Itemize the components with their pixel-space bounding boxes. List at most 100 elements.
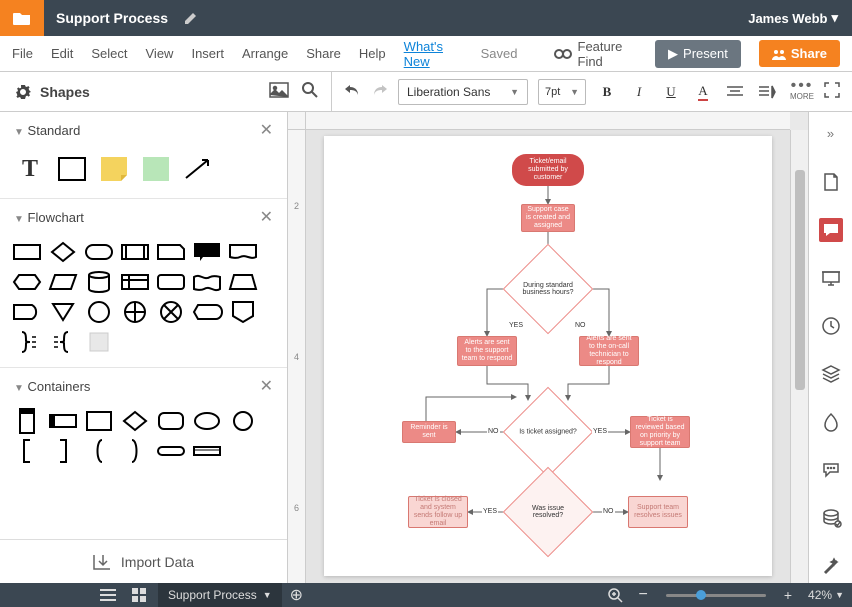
menu-view[interactable]: View <box>146 46 174 61</box>
fc-terminator[interactable] <box>84 241 114 263</box>
fc-rect[interactable] <box>12 241 42 263</box>
chat-icon[interactable] <box>819 458 843 482</box>
canvas[interactable]: 2 4 6 <box>288 112 808 583</box>
flow-decision-hours[interactable]: During standard business hours? <box>516 257 580 321</box>
zoom-slider[interactable] <box>666 594 766 597</box>
flow-process-alerts-team[interactable]: Alerts are sent to the support team to r… <box>457 336 517 366</box>
canvas-viewport[interactable]: Ticket/email submitted by customer Suppo… <box>306 130 790 583</box>
fc-brace-l[interactable] <box>48 331 78 353</box>
comment-icon[interactable] <box>819 218 843 242</box>
shapes-panel-toggle[interactable]: Shapes <box>0 83 269 101</box>
close-icon[interactable]: ✕ <box>260 207 273 227</box>
search-icon[interactable] <box>301 81 319 102</box>
redo-button[interactable] <box>370 83 388 100</box>
fc-predef[interactable] <box>120 241 150 263</box>
section-standard[interactable]: ▼ Standard ✕ <box>0 112 287 148</box>
fc-callout[interactable] <box>192 241 222 263</box>
menu-file[interactable]: File <box>12 46 33 61</box>
fc-tri[interactable] <box>48 301 78 323</box>
text-shape[interactable]: T <box>12 154 48 184</box>
text-color-button[interactable]: A <box>692 81 714 103</box>
fc-circle[interactable] <box>84 301 114 323</box>
fc-internal[interactable] <box>120 271 150 293</box>
presentation-icon[interactable] <box>819 266 843 290</box>
close-icon[interactable]: ✕ <box>260 120 273 140</box>
document-tab[interactable]: Support Process ▼ <box>158 583 282 607</box>
zoom-out-icon[interactable]: − <box>631 583 656 607</box>
menu-insert[interactable]: Insert <box>191 46 224 61</box>
section-flowchart[interactable]: ▼ Flowchart ✕ <box>0 198 287 235</box>
ct-paren-l[interactable] <box>84 440 114 462</box>
grid-view-icon[interactable] <box>124 583 154 607</box>
image-icon[interactable] <box>269 82 289 101</box>
import-data-button[interactable]: Import Data <box>0 539 287 583</box>
fc-trapezoid[interactable] <box>228 271 258 293</box>
fc-parallelogram[interactable] <box>48 271 78 293</box>
flow-process-close[interactable]: Ticket is closed and system sends follow… <box>408 496 468 528</box>
fc-tape[interactable] <box>192 271 222 293</box>
fc-diamond[interactable] <box>48 241 78 263</box>
ct-bracket-l[interactable] <box>12 440 42 462</box>
menu-arrange[interactable]: Arrange <box>242 46 288 61</box>
user-menu[interactable]: James Webb ▾ <box>734 0 852 36</box>
flow-process-reminder[interactable]: Reminder is sent <box>402 421 456 443</box>
ct-vert[interactable] <box>12 410 42 432</box>
paint-icon[interactable] <box>819 410 843 434</box>
zoom-level[interactable]: 42% ▼ <box>800 583 852 607</box>
flow-decision-assigned[interactable]: Is ticket assigned? <box>516 400 580 464</box>
menu-help[interactable]: Help <box>359 46 386 61</box>
arrow-shape[interactable] <box>180 154 216 184</box>
document-title[interactable]: Support Process <box>44 10 180 26</box>
ct-horz[interactable] <box>48 410 78 432</box>
add-page-icon[interactable]: ⊕ <box>282 583 311 607</box>
page[interactable]: Ticket/email submitted by customer Suppo… <box>324 136 772 576</box>
fc-delay[interactable] <box>12 301 42 323</box>
menu-share[interactable]: Share <box>306 46 341 61</box>
ct-rect[interactable] <box>84 410 114 432</box>
font-size-select[interactable]: 7pt ▼ <box>538 79 586 105</box>
note-yellow-shape[interactable] <box>96 154 132 184</box>
fc-display[interactable] <box>192 301 222 323</box>
ct-paren-r[interactable] <box>120 440 150 462</box>
rect-shape[interactable] <box>54 154 90 184</box>
indent-button[interactable] <box>756 81 778 103</box>
fc-doc[interactable] <box>228 241 258 263</box>
fc-or[interactable] <box>156 301 186 323</box>
collapse-rail-icon[interactable]: » <box>827 120 834 146</box>
flow-process-create[interactable]: Support case is created and assigned <box>521 204 575 232</box>
flow-decision-resolved[interactable]: Was issue resolved? <box>516 480 580 544</box>
flow-process-review[interactable]: Ticket is reviewed based on priority by … <box>630 416 690 448</box>
ct-ellipse[interactable] <box>192 410 222 432</box>
data-icon[interactable] <box>819 506 843 530</box>
flow-process-alerts-oncall[interactable]: Alerts are sent to the on-call technicia… <box>579 336 639 366</box>
align-button[interactable] <box>724 81 746 103</box>
section-containers[interactable]: ▼ Containers ✕ <box>0 367 287 404</box>
fc-brace-r[interactable] <box>12 331 42 353</box>
ct-bar[interactable] <box>192 440 222 462</box>
share-button[interactable]: Share <box>759 40 840 67</box>
feature-find[interactable]: Feature Find <box>554 39 638 69</box>
fc-hex[interactable] <box>12 271 42 293</box>
menu-edit[interactable]: Edit <box>51 46 73 61</box>
rename-icon[interactable] <box>184 11 198 25</box>
ct-round[interactable] <box>156 410 186 432</box>
ct-diamond[interactable] <box>120 410 150 432</box>
underline-button[interactable]: U <box>660 81 682 103</box>
more-button[interactable]: ••• MORE <box>790 82 824 101</box>
page-icon[interactable] <box>819 170 843 194</box>
history-icon[interactable] <box>819 314 843 338</box>
font-select[interactable]: Liberation Sans ▼ <box>398 79 528 105</box>
fc-cylinder[interactable] <box>84 271 114 293</box>
folder-button[interactable] <box>0 0 44 36</box>
ct-pill-thin[interactable] <box>156 440 186 462</box>
present-button[interactable]: ▶ Present <box>655 40 741 68</box>
fc-sumjunc[interactable] <box>120 301 150 323</box>
flow-process-resolve[interactable]: Support team resolves issues <box>628 496 688 528</box>
fc-offpage[interactable] <box>228 301 258 323</box>
close-icon[interactable]: ✕ <box>260 376 273 396</box>
fc-stored[interactable] <box>156 271 186 293</box>
magic-icon[interactable] <box>819 554 843 578</box>
zoom-fit-icon[interactable] <box>599 583 631 607</box>
fc-square[interactable] <box>84 331 114 353</box>
undo-button[interactable] <box>344 83 362 100</box>
